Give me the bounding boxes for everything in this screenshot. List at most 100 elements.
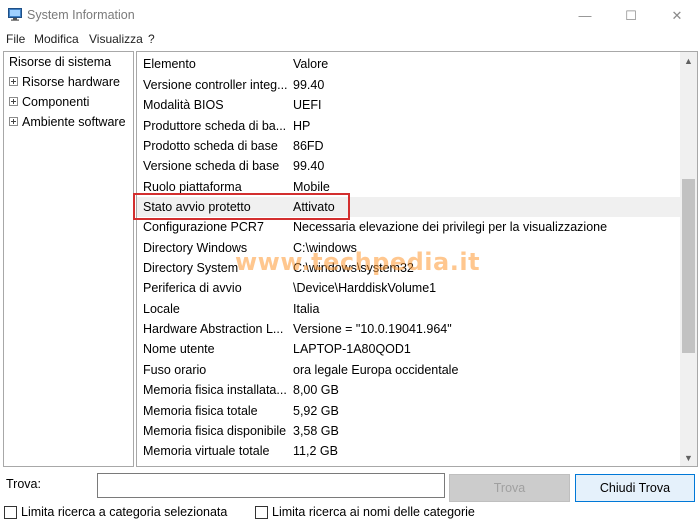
category-tree[interactable]: Risorse di sistema Risorse hardware Comp… — [3, 51, 134, 467]
close-button[interactable]: ✕ — [654, 0, 700, 31]
cell-elemento: Produttore scheda di ba... — [143, 118, 287, 133]
tree-item-ambiente-software[interactable]: Ambiente software — [9, 115, 126, 129]
tree-item-risorse-di-sistema[interactable]: Risorse di sistema — [9, 55, 111, 69]
cell-elemento: Versione controller integ... — [143, 78, 288, 92]
menu-file[interactable]: File — [6, 32, 25, 46]
menu-visualizza[interactable]: Visualizza — [89, 32, 143, 46]
scrollbar-thumb[interactable] — [682, 179, 695, 353]
title-bar: System Information — ☐ ✕ — [0, 0, 700, 31]
table-row[interactable]: Memoria fisica disponibile 3,58 GB — [137, 421, 682, 441]
system-information-icon — [8, 8, 22, 21]
table-row[interactable]: Nome utente LAPTOP-1A80QOD1 — [137, 339, 682, 359]
limit-selected-category-checkbox[interactable] — [4, 505, 17, 519]
menu-modifica[interactable]: Modifica — [34, 32, 79, 46]
table-row[interactable]: Produttore scheda di ba... HP — [137, 116, 682, 136]
cell-valore: 86FD — [293, 139, 324, 154]
limit-category-names-label: Limita ricerca ai nomi delle categorie — [272, 505, 475, 519]
cell-valore: Versione = "10.0.19041.964" — [293, 322, 452, 337]
table-row[interactable]: Memoria fisica installata... 8,00 GB — [137, 380, 682, 400]
limit-category-names-option[interactable]: Limita ricerca ai nomi delle categorie — [255, 505, 475, 519]
cell-elemento: Directory System — [143, 261, 239, 276]
cell-valore: ora legale Europa occidentale — [293, 362, 459, 377]
tree-item-label: Componenti — [22, 95, 90, 109]
cell-elemento: Memoria fisica installata... — [143, 383, 287, 398]
maximize-button[interactable]: ☐ — [608, 0, 654, 31]
cell-elemento: Fuso orario — [143, 362, 207, 377]
table-row[interactable]: Directory System C:\windows\system32 — [137, 258, 682, 278]
cell-valore: 6,06 GB — [293, 465, 339, 466]
menu-help[interactable]: ? — [148, 32, 155, 46]
cell-valore: C:\windows\system32 — [293, 261, 414, 276]
cell-valore: 8,00 GB — [293, 383, 339, 398]
cell-elemento: Memoria virtuale dispon... — [143, 465, 288, 466]
table-row[interactable]: Fuso orario ora legale Europa occidentale — [137, 360, 682, 380]
cell-elemento: Versione scheda di base — [143, 159, 280, 174]
scroll-down-icon[interactable]: ▼ — [680, 449, 697, 466]
find-button[interactable]: Trova — [449, 474, 570, 502]
cell-valore: \Device\HarddiskVolume1 — [293, 281, 437, 296]
cell-elemento: Memoria fisica disponibile — [143, 423, 287, 438]
table-row[interactable]: Directory Windows C:\windows — [137, 238, 682, 258]
cell-elemento: Locale — [143, 301, 180, 316]
cell-valore: 99.40 — [293, 78, 325, 92]
expand-icon[interactable] — [9, 117, 18, 126]
cell-elemento: Configurazione PCR7 — [143, 220, 264, 235]
table-row[interactable]: Stato avvio protetto Attivato — [137, 197, 682, 218]
scroll-up-icon[interactable]: ▲ — [680, 52, 697, 69]
tree-item-label: Ambiente software — [22, 115, 126, 129]
cell-valore: Necessaria elevazione dei privilegi per … — [293, 220, 608, 235]
menu-bar: File Modifica Visualizza ? — [0, 31, 700, 48]
table-row[interactable]: Hardware Abstraction L... Versione = "10.… — [137, 319, 682, 339]
cell-valore: Italia — [293, 301, 320, 316]
cell-valore: Mobile — [293, 179, 330, 194]
find-label: Trova: — [6, 477, 41, 491]
table-row[interactable]: Locale Italia — [137, 299, 682, 319]
cell-valore: 5,92 GB — [293, 403, 339, 418]
limit-category-names-checkbox[interactable] — [255, 505, 268, 519]
cell-elemento: Hardware Abstraction L... — [143, 322, 284, 337]
find-input[interactable] — [97, 473, 445, 498]
table-row[interactable]: Versione controller integ... 99.40 — [137, 75, 682, 95]
cell-elemento: Memoria virtuale totale — [143, 444, 270, 459]
table-row[interactable]: Versione scheda di base 99.40 — [137, 156, 682, 176]
table-row[interactable]: Modalità BIOS UEFI — [137, 95, 682, 115]
cell-elemento: Memoria fisica totale — [143, 403, 258, 418]
cell-valore: C:\windows — [293, 240, 357, 255]
limit-selected-category-option[interactable]: Limita ricerca a categoria selezionata — [4, 505, 227, 519]
tree-item-label: Risorse hardware — [22, 75, 120, 89]
cell-elemento: Periferica di avvio — [143, 281, 242, 296]
vertical-scrollbar[interactable]: ▲ ▼ — [680, 52, 697, 466]
table-row[interactable]: Memoria fisica totale 5,92 GB — [137, 401, 682, 421]
list-header: Elemento Valore — [137, 52, 682, 75]
limit-selected-category-label: Limita ricerca a categoria selezionata — [21, 505, 228, 519]
cell-elemento: Prodotto scheda di base — [143, 139, 278, 154]
expand-icon[interactable] — [9, 97, 18, 106]
list-rows: Versione controller integ... 99.40 Modalit… — [137, 75, 682, 466]
table-row[interactable]: Configurazione PCR7 Necessaria elevazione… — [137, 217, 682, 237]
table-row[interactable]: Prodotto scheda di base 86FD — [137, 136, 682, 156]
cell-valore: Attivato — [293, 200, 335, 215]
table-row[interactable]: Memoria virtuale totale 11,2 GB — [137, 441, 682, 461]
cell-valore: 3,58 GB — [293, 423, 339, 438]
column-header-elemento[interactable]: Elemento — [143, 57, 196, 71]
close-find-button[interactable]: Chiudi Trova — [575, 474, 695, 502]
cell-elemento: Modalità BIOS — [143, 98, 224, 113]
cell-elemento: Ruolo piattaforma — [143, 179, 242, 194]
table-row[interactable]: Ruolo piattaforma Mobile — [137, 177, 682, 197]
table-row[interactable]: Periferica di avvio \Device\HarddiskVolum… — [137, 278, 682, 298]
cell-valore: LAPTOP-1A80QOD1 — [293, 342, 411, 357]
cell-elemento: Stato avvio protetto — [143, 200, 251, 215]
cell-elemento: Nome utente — [143, 342, 215, 357]
tree-item-risorse-hardware[interactable]: Risorse hardware — [9, 75, 120, 89]
minimize-button[interactable]: — — [562, 0, 608, 31]
column-header-valore[interactable]: Valore — [293, 57, 328, 71]
window-title: System Information — [27, 8, 135, 22]
tree-item-componenti[interactable]: Componenti — [9, 95, 89, 109]
cell-elemento: Directory Windows — [143, 240, 248, 255]
details-list[interactable]: Elemento Valore Versione controller inte… — [136, 51, 698, 467]
cell-valore: 11,2 GB — [293, 444, 338, 459]
table-row[interactable]: Memoria virtuale dispon... 6,06 GB — [137, 462, 682, 466]
cell-valore: 99.40 — [293, 159, 325, 174]
expand-icon[interactable] — [9, 77, 18, 86]
cell-valore: HP — [293, 118, 311, 133]
